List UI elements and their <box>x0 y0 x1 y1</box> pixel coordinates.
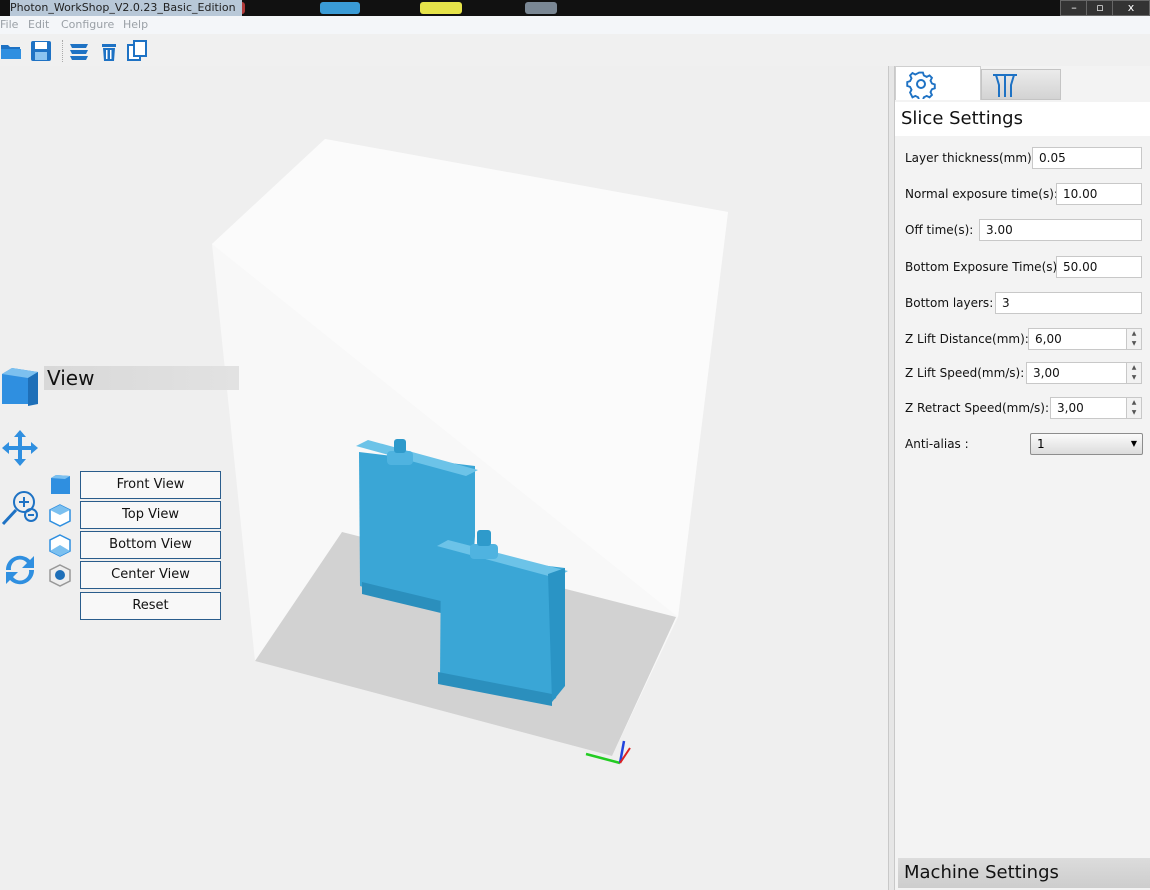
save-icon[interactable] <box>30 40 52 62</box>
spin-up-icon[interactable]: ▲ <box>1127 329 1141 339</box>
delete-model-icon[interactable] <box>98 40 120 62</box>
bottom-layers-input[interactable]: 3 <box>995 292 1142 314</box>
center-view-button[interactable]: Center View <box>80 561 221 589</box>
z-lift-distance-input[interactable]: 6,00 ▲ ▼ <box>1028 328 1142 350</box>
z-retract-speed-label: Z Retract Speed(mm/s): <box>905 401 1050 415</box>
slice-layers-icon[interactable] <box>68 40 90 62</box>
normal-exposure-label: Normal exposure time(s): <box>905 187 1058 201</box>
title-bar: Photon_WorkShop_V2.0.23_Basic_Edition – … <box>0 0 1150 16</box>
taskbar-strip <box>525 2 557 14</box>
bottom-exposure-label: Bottom Exposure Time(s): <box>905 260 1062 274</box>
menu-bar: File Edit Configure Help <box>0 16 1150 34</box>
spin-up-icon[interactable]: ▲ <box>1127 363 1141 373</box>
center-view-icon <box>49 564 71 587</box>
minimize-button[interactable]: – <box>1060 0 1088 16</box>
machine-settings-title[interactable]: Machine Settings <box>898 858 1150 888</box>
settings-panel: Slice Settings Layer thickness(mm): 0.05… <box>895 66 1150 890</box>
close-button[interactable]: x <box>1112 0 1150 16</box>
anti-alias-select[interactable]: 1 ▼ <box>1030 433 1143 455</box>
z-lift-distance-spinner[interactable]: ▲ ▼ <box>1126 329 1141 349</box>
zoom-icon[interactable] <box>0 488 40 528</box>
z-retract-speed-spinner[interactable]: ▲ ▼ <box>1126 398 1141 418</box>
x-axis <box>585 752 621 765</box>
copy-icon[interactable] <box>126 40 148 62</box>
layer-thickness-input[interactable]: 0.05 <box>1032 147 1142 169</box>
z-lift-distance-value: 6,00 <box>1035 332 1062 346</box>
layer-thickness-label: Layer thickness(mm): <box>905 151 1036 165</box>
support-icon <box>993 74 1017 97</box>
toolbar <box>0 34 1150 67</box>
front-view-cube-icon <box>51 475 70 494</box>
reset-button[interactable]: Reset <box>80 592 221 620</box>
spin-up-icon[interactable]: ▲ <box>1127 398 1141 408</box>
bottom-view-cube-icon <box>49 534 71 557</box>
bottom-layers-label: Bottom layers: <box>905 296 994 310</box>
view-cube-icon[interactable] <box>0 366 40 408</box>
anti-alias-label: Anti-alias : <box>905 437 969 451</box>
z-lift-speed-value: 3,00 <box>1033 366 1060 380</box>
window-title: Photon_WorkShop_V2.0.23_Basic_Edition <box>10 0 242 16</box>
dropdown-arrow-icon: ▼ <box>1130 439 1137 448</box>
restore-button[interactable]: ▫ <box>1086 0 1114 16</box>
spin-down-icon[interactable]: ▼ <box>1127 408 1141 418</box>
normal-exposure-input[interactable]: 10.00 <box>1056 183 1142 205</box>
gear-icon <box>906 71 936 99</box>
bottom-exposure-input[interactable]: 50.00 <box>1056 256 1142 278</box>
anti-alias-value: 1 <box>1037 437 1045 451</box>
menu-edit[interactable]: Edit <box>28 18 49 31</box>
spin-down-icon[interactable]: ▼ <box>1127 339 1141 349</box>
menu-file[interactable]: File <box>0 18 18 31</box>
bottom-view-button[interactable]: Bottom View <box>80 531 221 559</box>
off-time-input[interactable]: 3.00 <box>979 219 1142 241</box>
slice-settings-title: Slice Settings <box>895 102 1150 136</box>
top-view-cube-icon <box>49 504 71 527</box>
z-lift-distance-label: Z Lift Distance(mm): <box>905 332 1029 346</box>
panel-splitter[interactable] <box>888 66 895 890</box>
rotate-icon[interactable] <box>0 550 40 590</box>
3d-viewport[interactable]: View Front View Top View Bottom View Cen… <box>0 66 888 890</box>
tab-support-settings[interactable] <box>981 69 1061 100</box>
taskbar-strip <box>420 2 462 14</box>
toolbar-separator <box>62 40 63 62</box>
z-retract-speed-input[interactable]: 3,00 ▲ ▼ <box>1050 397 1142 419</box>
z-retract-speed-value: 3,00 <box>1057 401 1084 415</box>
menu-configure[interactable]: Configure <box>61 18 114 31</box>
z-lift-speed-label: Z Lift Speed(mm/s): <box>905 366 1025 380</box>
tab-slice-settings[interactable] <box>895 66 981 100</box>
menu-help[interactable]: Help <box>123 18 148 31</box>
z-lift-speed-spinner[interactable]: ▲ ▼ <box>1126 363 1141 383</box>
move-icon[interactable] <box>0 428 40 468</box>
view-title: View <box>44 366 239 390</box>
open-folder-icon[interactable] <box>0 40 22 62</box>
top-view-button[interactable]: Top View <box>80 501 221 529</box>
off-time-label: Off time(s): <box>905 223 974 237</box>
taskbar-strip <box>320 2 360 14</box>
front-view-button[interactable]: Front View <box>80 471 221 499</box>
spin-down-icon[interactable]: ▼ <box>1127 373 1141 383</box>
z-lift-speed-input[interactable]: 3,00 ▲ ▼ <box>1026 362 1142 384</box>
